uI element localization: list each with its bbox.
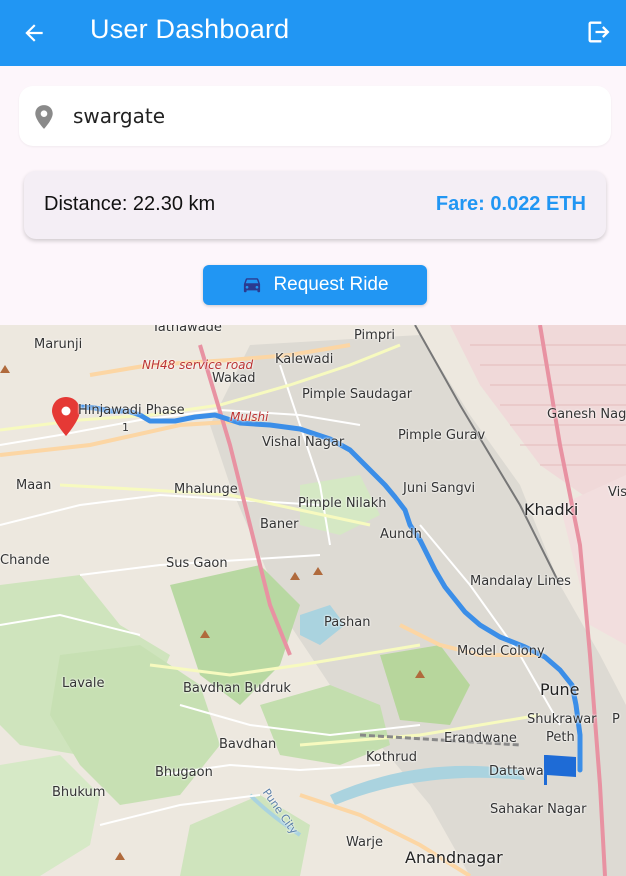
map-label: Baner xyxy=(260,517,299,532)
map-label: 1 xyxy=(122,421,129,434)
map-label: Maan xyxy=(16,478,52,493)
map-label: Sus Gaon xyxy=(166,556,228,571)
destination-input[interactable] xyxy=(73,96,593,136)
map-label: Mulshi xyxy=(230,410,269,424)
map-label: Vis xyxy=(608,485,626,500)
map-label: Peth xyxy=(546,730,575,745)
distance-text: Distance: 22.30 km xyxy=(44,193,216,215)
map-label: Pimple Saudagar xyxy=(302,387,413,402)
map-label: Bhugaon xyxy=(155,765,213,780)
map-label: Kalewadi xyxy=(275,352,334,367)
map-label: Chande xyxy=(0,553,50,568)
map-label: Ganesh Nag xyxy=(547,407,626,422)
map-label: Pune xyxy=(540,680,580,699)
arrow-back-icon[interactable] xyxy=(18,17,50,49)
location-pin-icon xyxy=(35,105,53,129)
map-label: Hinjawadi Phase xyxy=(78,403,185,418)
app-bar: User Dashboard xyxy=(0,0,626,66)
map-label: Pashan xyxy=(324,615,371,630)
map-label: Bavdhan xyxy=(219,737,277,752)
car-icon xyxy=(244,278,261,293)
map-label: Vishal Nagar xyxy=(262,435,345,450)
page-title: User Dashboard xyxy=(90,14,290,44)
map-label: Khadki xyxy=(524,500,579,519)
trip-info-card: Distance: 22.30 km Fare: 0.022 ETH xyxy=(24,171,606,239)
request-ride-label: Request Ride xyxy=(273,274,389,295)
map-label: Bavdhan Budruk xyxy=(183,681,291,696)
map-label: Tathawade xyxy=(152,325,222,335)
map-label: P xyxy=(612,712,620,727)
destination-search-field[interactable] xyxy=(19,86,611,146)
map-label: Wakad xyxy=(212,371,256,386)
map-label: Erandwane xyxy=(444,731,517,746)
map-label: Sahakar Nagar xyxy=(490,802,587,817)
map-label: Pimpri xyxy=(354,328,396,343)
map-label: Dattawa xyxy=(489,764,544,779)
map-label: Pimple Gurav xyxy=(398,428,486,443)
map-label: Mhalunge xyxy=(174,482,238,497)
map-label: Juni Sangvi xyxy=(403,481,476,496)
map-label: Bhukum xyxy=(52,785,106,800)
map-label: Mandalay Lines xyxy=(470,574,571,589)
map-label: Pimple Nilakh xyxy=(298,496,387,511)
map-label: Anandnagar xyxy=(405,848,503,867)
request-ride-button[interactable]: Request Ride xyxy=(203,265,427,305)
map-label: Aundh xyxy=(380,527,422,542)
map-label: Kothrud xyxy=(366,750,418,765)
logout-icon[interactable] xyxy=(582,15,616,49)
map-label: Lavale xyxy=(62,676,105,691)
map-label: Shukrawar xyxy=(527,712,597,727)
route-map[interactable]: Tathawade Pimpri Marunji Kalewadi NH48 s… xyxy=(0,325,626,876)
map-label: NH48 service road xyxy=(142,358,254,372)
map-label: Warje xyxy=(346,835,383,850)
fare-text: Fare: 0.022 ETH xyxy=(435,193,586,215)
map-label: Marunji xyxy=(34,337,83,352)
map-label: Model Colony xyxy=(457,644,545,659)
